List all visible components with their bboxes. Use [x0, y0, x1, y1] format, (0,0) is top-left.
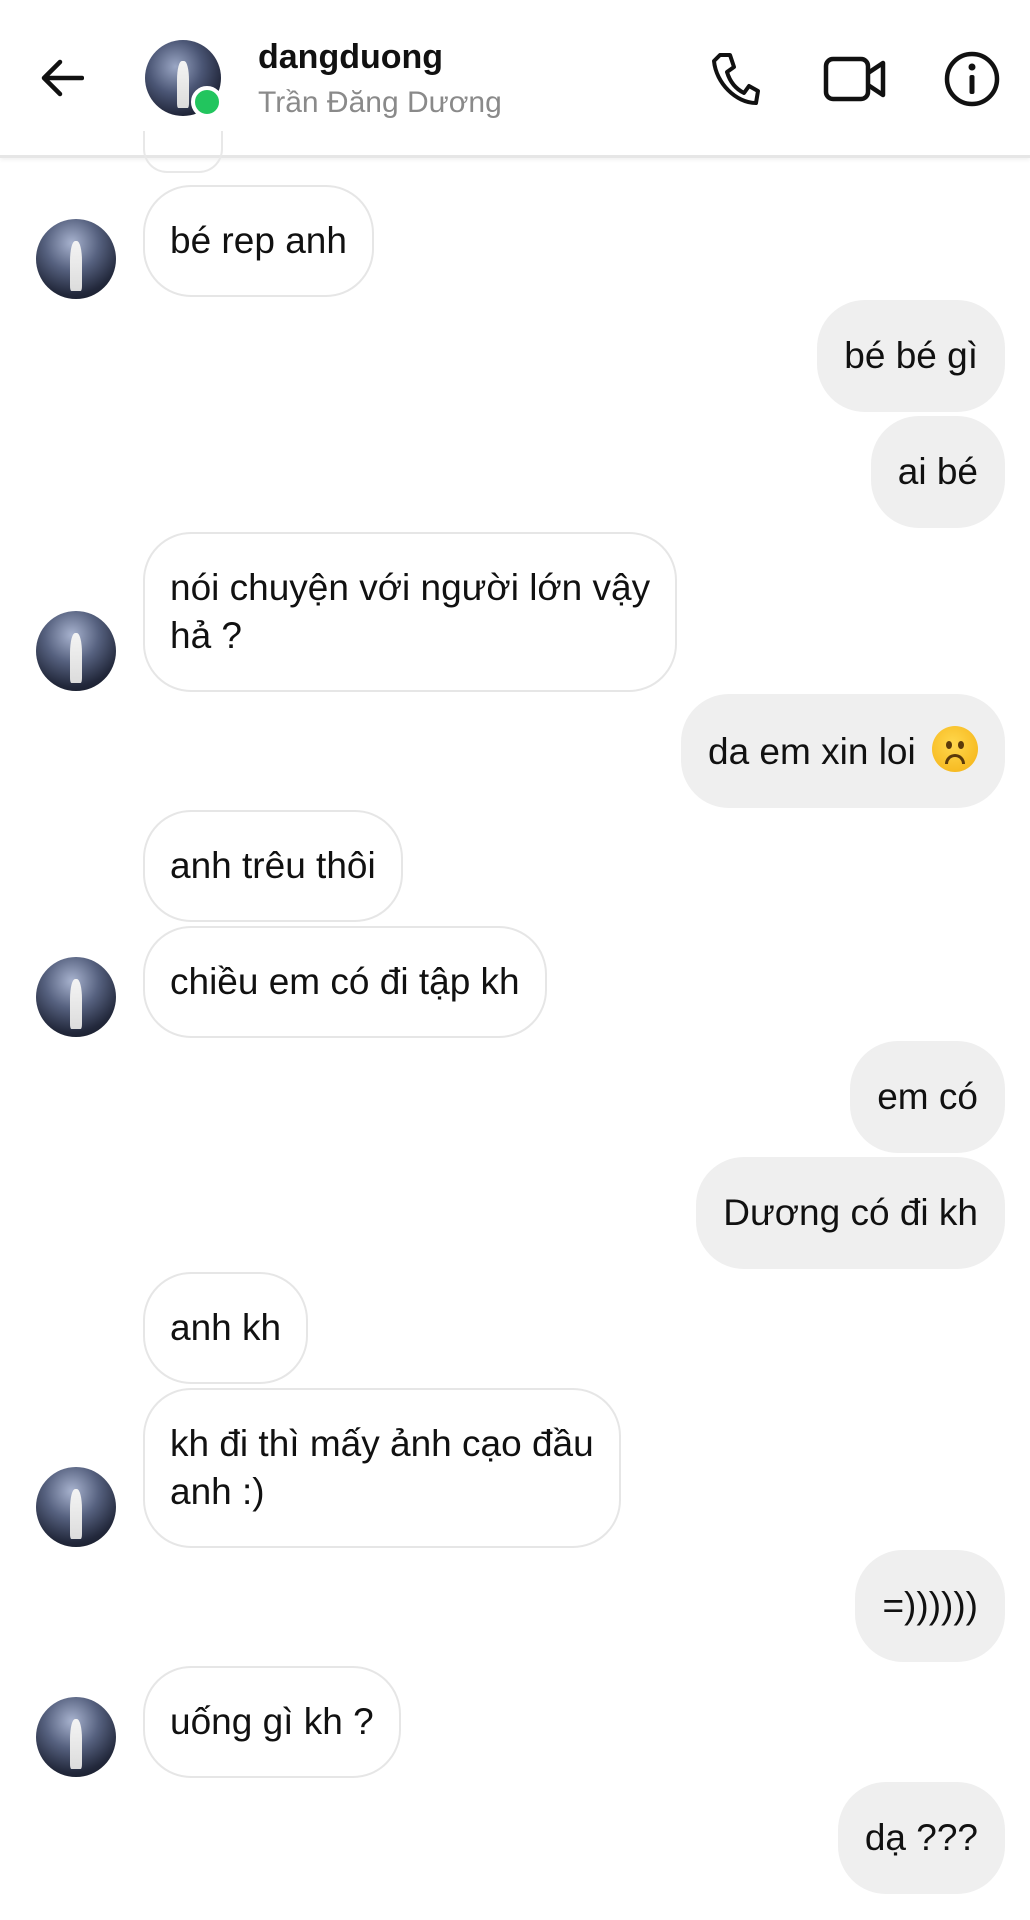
message-text: kh đi thì mấy ảnh cạo đầu	[170, 1423, 594, 1464]
message-text: uống gì kh ?	[170, 1701, 374, 1742]
incoming-message[interactable]: kh đi thì mấy ảnh cạo đầu anh :)	[143, 1388, 621, 1548]
contact-display-name: Trần Đăng Dương	[258, 86, 502, 119]
phone-icon	[712, 53, 760, 105]
outgoing-message[interactable]: dạ ???	[837, 1782, 1005, 1894]
incoming-message[interactable]: nói chuyện với người lớn vậy hả ?	[143, 532, 678, 692]
message-text-line2: anh :)	[170, 1471, 265, 1512]
outgoing-message[interactable]: bé bé gì	[817, 300, 1005, 412]
incoming-message[interactable]: bé rep anh	[143, 185, 374, 297]
conversation-info-button[interactable]	[937, 44, 1007, 114]
message-list[interactable]: bé rep anh bé bé gì ai bé nói chuyện với…	[0, 131, 1030, 1920]
outgoing-message[interactable]: Dương có đi kh	[696, 1157, 1005, 1269]
frowning-face-emoji	[932, 726, 978, 772]
back-arrow-icon	[41, 59, 84, 97]
contact-username[interactable]: dangduong	[258, 38, 443, 77]
sender-avatar[interactable]	[36, 957, 116, 1037]
previous-message-bubble	[143, 131, 223, 173]
message-text: bé bé gì	[844, 335, 978, 376]
message-text: ai bé	[897, 451, 978, 492]
back-button[interactable]	[30, 46, 94, 110]
incoming-message[interactable]: uống gì kh ?	[143, 1666, 401, 1778]
message-text: nói chuyện với người lớn vậy	[170, 567, 651, 608]
outgoing-message[interactable]: =))))))	[855, 1550, 1005, 1662]
voice-call-button[interactable]	[700, 44, 770, 114]
outgoing-message[interactable]: em có	[850, 1041, 1005, 1153]
message-text: em có	[877, 1076, 978, 1117]
message-text: anh kh	[170, 1307, 282, 1348]
sender-avatar[interactable]	[36, 611, 116, 691]
message-text: anh trêu thôi	[170, 845, 376, 886]
message-text-line2: hả ?	[170, 615, 243, 656]
message-text: dạ ???	[864, 1817, 978, 1858]
message-text: =))))))	[882, 1585, 978, 1626]
message-text: bé rep anh	[170, 220, 347, 261]
message-text: chiều em có đi tập kh	[170, 961, 520, 1002]
incoming-message[interactable]: anh trêu thôi	[143, 810, 403, 922]
info-icon	[944, 51, 1000, 107]
sender-avatar[interactable]	[36, 219, 116, 299]
outgoing-message[interactable]: ai bé	[870, 416, 1005, 528]
online-status-dot	[191, 86, 223, 118]
incoming-message[interactable]: anh kh	[143, 1272, 309, 1384]
incoming-message[interactable]: chiều em có đi tập kh	[143, 926, 547, 1038]
message-text: da em xin loi	[708, 731, 916, 772]
video-call-button[interactable]	[820, 44, 890, 114]
outgoing-message[interactable]: da em xin loi	[681, 694, 1005, 808]
video-camera-icon	[823, 56, 886, 102]
sender-avatar[interactable]	[36, 1467, 116, 1547]
sender-avatar[interactable]	[36, 1697, 116, 1777]
message-text: Dương có đi kh	[723, 1192, 978, 1233]
